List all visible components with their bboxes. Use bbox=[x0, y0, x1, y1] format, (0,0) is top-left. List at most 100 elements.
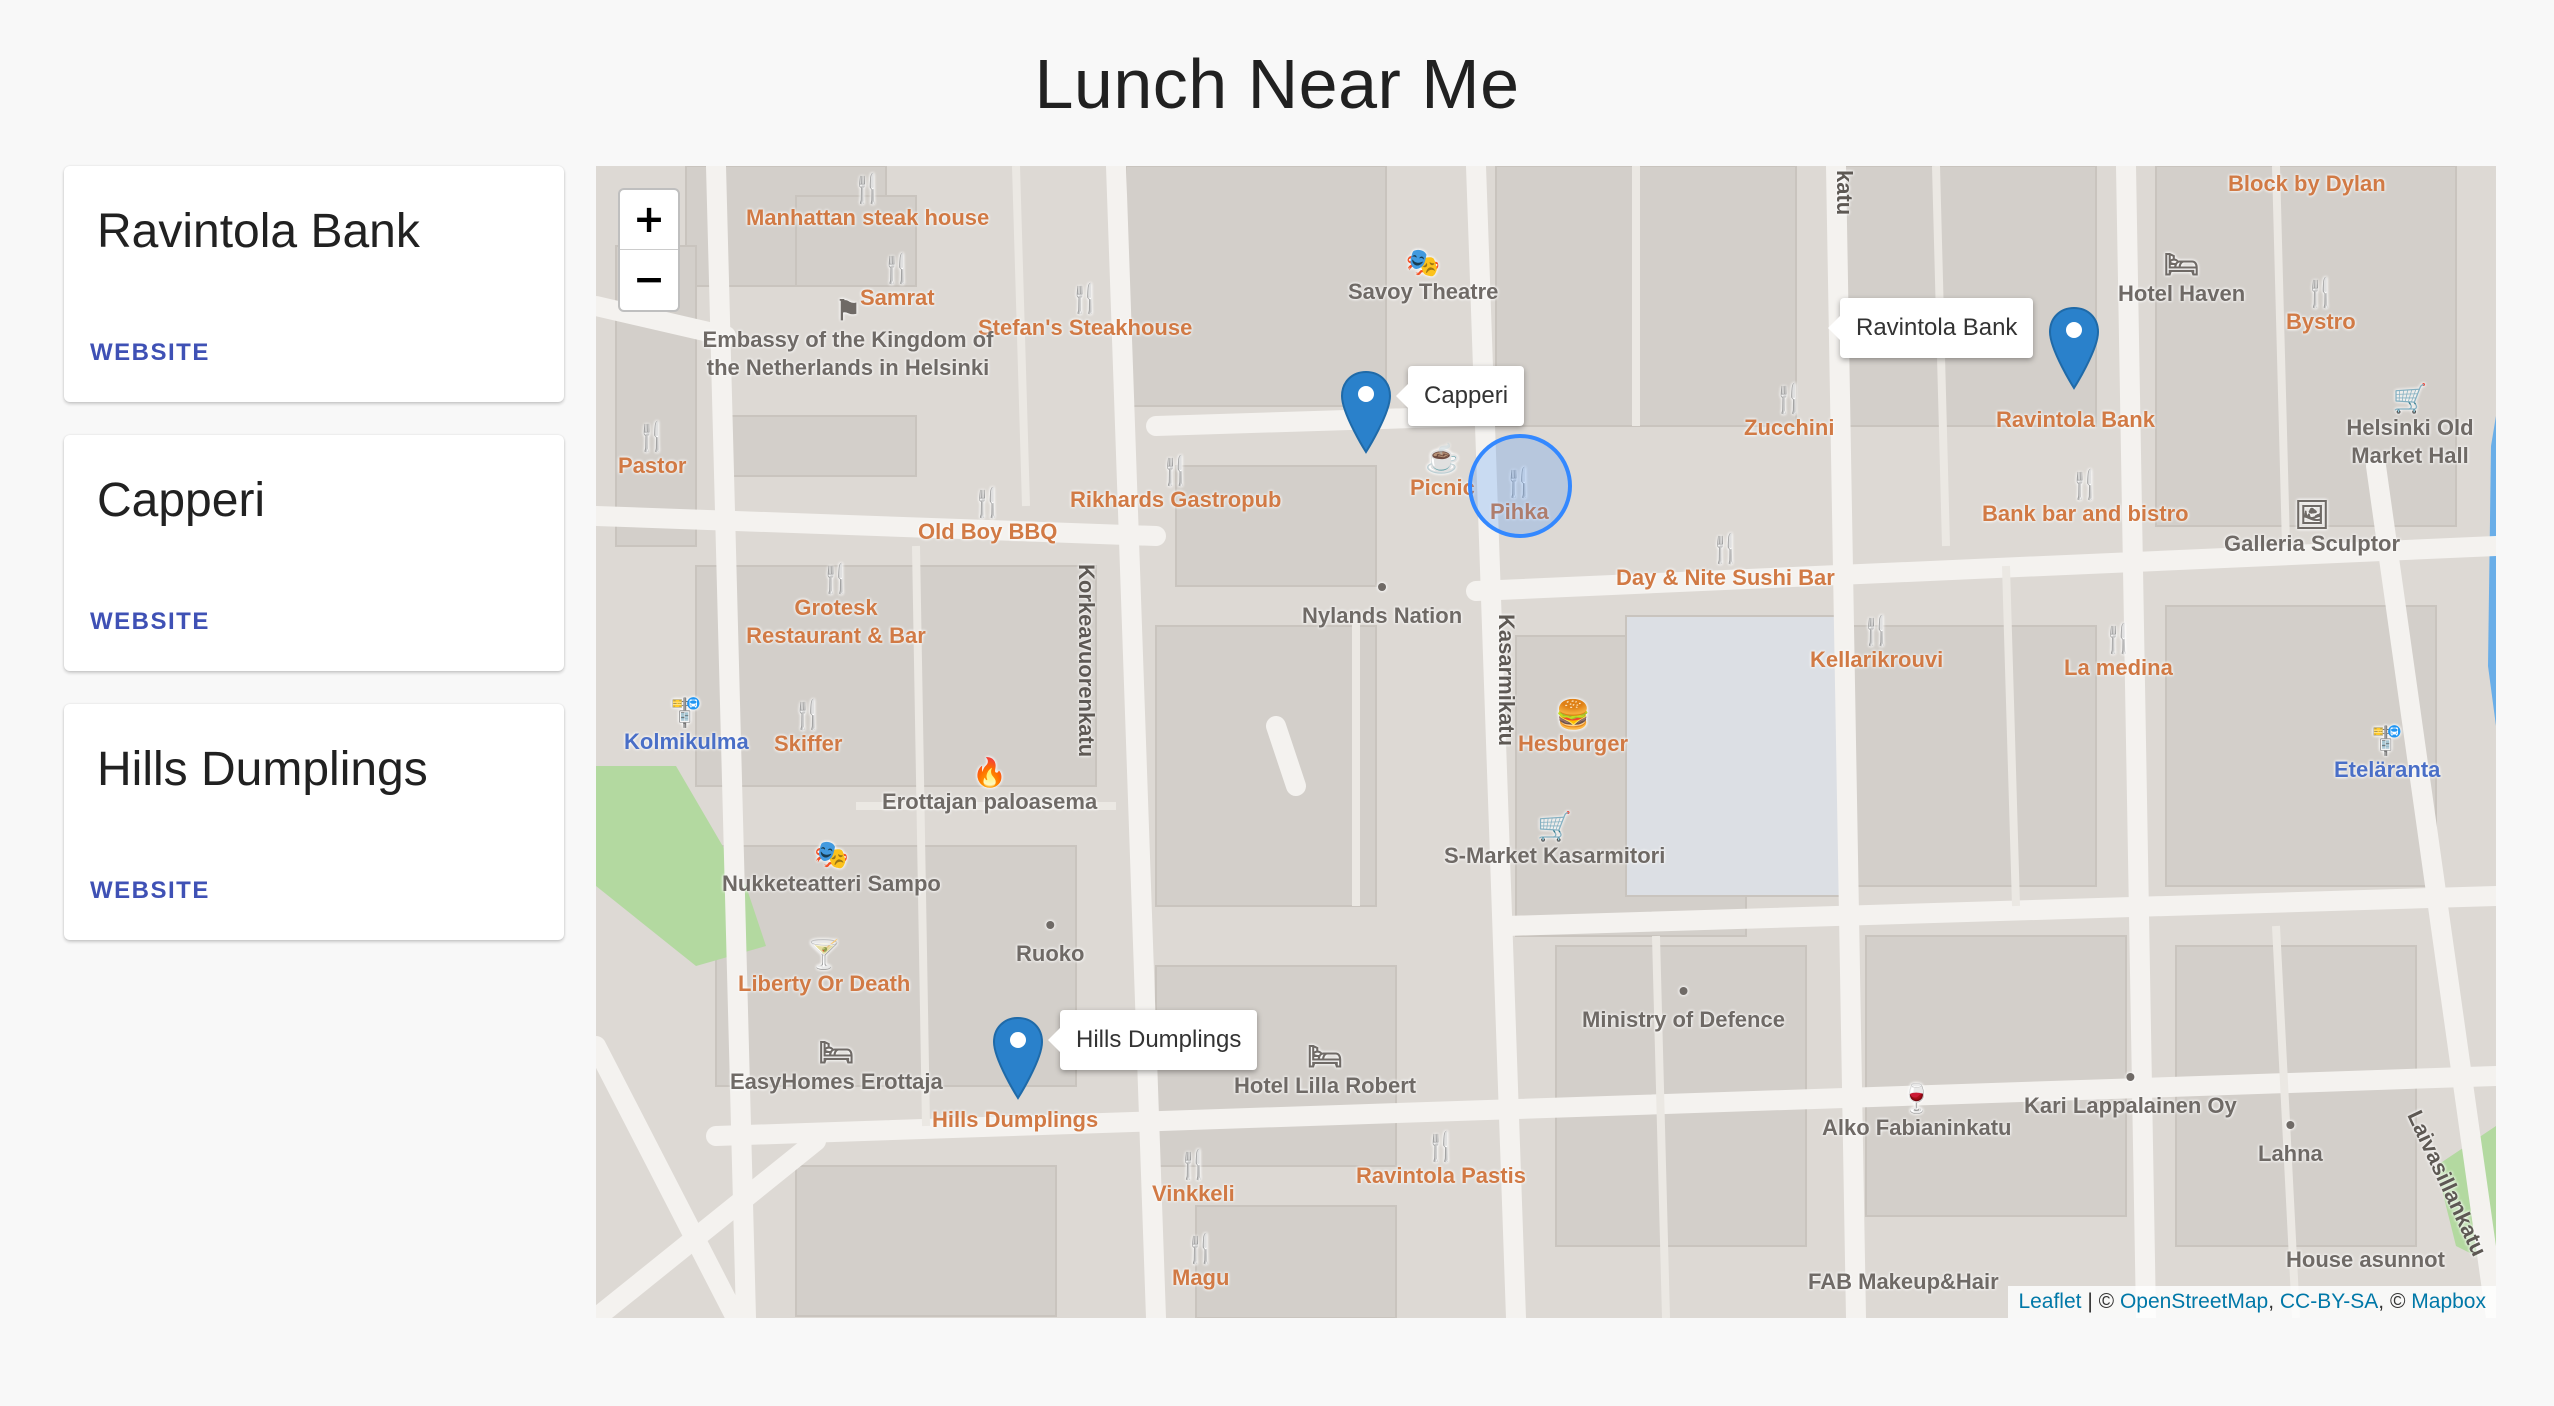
poi-bank-bar-and-bistro[interactable]: 🍴 Bank bar and bistro bbox=[1982, 470, 2189, 528]
poi-old-boy-bbq[interactable]: 🍴 Old Boy BBQ bbox=[918, 488, 1057, 546]
restaurant-card-hills-dumplings: Hills Dumplings WEBSITE bbox=[64, 704, 564, 940]
poi-house-asunnot[interactable]: House asunnot bbox=[2286, 1246, 2445, 1274]
poi-lahna[interactable]: • Lahna bbox=[2258, 1110, 2323, 1168]
openstreetmap-link[interactable]: OpenStreetMap bbox=[2120, 1290, 2268, 1313]
restaurant-name: Ravintola Bank bbox=[97, 205, 420, 258]
zoom-in-button[interactable]: + bbox=[620, 190, 678, 250]
restaurant-icon: 🍴 bbox=[1158, 455, 1194, 486]
poi-etelaranta[interactable]: 🚏 Eteläranta bbox=[2334, 726, 2440, 784]
zoom-control: + − bbox=[618, 188, 680, 312]
restaurant-icon: 🍴 bbox=[970, 487, 1006, 518]
bar-icon: 🍸 bbox=[806, 939, 842, 970]
poi-hills-dumplings-label[interactable]: Hills Dumplings bbox=[932, 1106, 1098, 1134]
restaurant-icon: 🍴 bbox=[634, 421, 670, 452]
poi-grotesk[interactable]: 🍴 Grotesk Restaurant & Bar bbox=[742, 564, 930, 650]
poi-fab-makeup-hair[interactable]: FAB Makeup&Hair bbox=[1808, 1268, 1999, 1296]
website-link[interactable]: WEBSITE bbox=[90, 608, 210, 636]
poi-block-by-dylan[interactable]: Block by Dylan bbox=[2228, 170, 2386, 198]
poi-easyhomes-erottaja[interactable]: 🛏 EasyHomes Erottaja bbox=[730, 1038, 943, 1096]
poi-s-market-kasarmitori[interactable]: 🛒 S-Market Kasarmitori bbox=[1444, 812, 1665, 870]
poi-vinkkeli[interactable]: 🍴 Vinkkeli bbox=[1152, 1150, 1235, 1208]
poi-nukketeatteri-sampo[interactable]: 🎭 Nukketeatteri Sampo bbox=[722, 840, 941, 898]
restaurant-icon: 🍴 bbox=[2067, 469, 2103, 500]
poi-magu[interactable]: 🍴 Magu bbox=[1172, 1234, 1229, 1292]
poi-hesburger[interactable]: 🍔 Hesburger bbox=[1518, 700, 1628, 758]
poi-ruoko[interactable]: • Ruoko bbox=[1016, 910, 1084, 968]
poi-hotel-haven[interactable]: 🛏 Hotel Haven bbox=[2118, 250, 2245, 308]
cafe-icon: ☕ bbox=[1424, 443, 1460, 474]
fast-food-icon: 🍔 bbox=[1555, 699, 1591, 730]
poi-zucchini[interactable]: 🍴 Zucchini bbox=[1744, 384, 1834, 442]
poi-skiffer[interactable]: 🍴 Skiffer bbox=[774, 700, 842, 758]
poi-manhattan-steak-house[interactable]: 🍴 Manhattan steak house bbox=[746, 174, 989, 232]
map[interactable]: + − katu Korkeavuorenkatu Kasarmikatu La… bbox=[596, 166, 2496, 1318]
restaurant-icon: 🍴 bbox=[2100, 623, 2136, 654]
theatre-icon: 🎭 bbox=[813, 839, 849, 870]
poi-embassy[interactable]: ⚑ Embassy of the Kingdom of the Netherlan… bbox=[700, 296, 996, 382]
dot-icon: • bbox=[2285, 1109, 2296, 1140]
restaurant-icon: 🍴 bbox=[1423, 1131, 1459, 1162]
map-attribution: Leaflet | © OpenStreetMap, CC-BY-SA, © M… bbox=[2008, 1286, 2496, 1318]
dot-icon: • bbox=[1377, 571, 1387, 602]
street-label-korkeavuorenkatu: Korkeavuorenkatu bbox=[1074, 564, 1099, 758]
restaurant-card-capperi: Capperi WEBSITE bbox=[64, 435, 564, 671]
poi-galleria-sculptor[interactable]: 🖼 Galleria Sculptor bbox=[2224, 500, 2400, 558]
poi-kellarikrouvi[interactable]: 🍴 Kellarikrouvi bbox=[1810, 616, 1943, 674]
location-accuracy-circle bbox=[1468, 434, 1572, 538]
map-marker-capperi-icon[interactable] bbox=[1340, 370, 1392, 454]
restaurant-card-ravintola-bank: Ravintola Bank WEBSITE bbox=[64, 166, 564, 402]
poi-pastor[interactable]: 🍴 Pastor bbox=[618, 422, 686, 480]
restaurant-name: Hills Dumplings bbox=[97, 743, 428, 796]
liquor-store-icon: 🍷 bbox=[1899, 1083, 1935, 1114]
hotel-icon: 🛏 bbox=[1307, 1041, 1343, 1072]
poi-ravintola-pastis[interactable]: 🍴 Ravintola Pastis bbox=[1356, 1132, 1526, 1190]
poi-kolmikulma[interactable]: 🚏 Kolmikulma bbox=[624, 698, 749, 756]
shopping-cart-icon: 🛒 bbox=[2392, 383, 2428, 414]
cc-by-sa-link[interactable]: CC-BY-SA bbox=[2280, 1290, 2378, 1313]
mapbox-link[interactable]: Mapbox bbox=[2411, 1290, 2486, 1313]
flag-icon: ⚑ bbox=[835, 295, 861, 326]
marker-tooltip: Hills Dumplings bbox=[1047, 1010, 1258, 1070]
poi-kari-lappalainen[interactable]: • Kari Lappalainen Oy bbox=[2024, 1062, 2237, 1120]
poi-picnic[interactable]: ☕ Picnic bbox=[1410, 444, 1475, 502]
poi-erottajan-paloasema[interactable]: 🔥 Erottajan paloasema bbox=[882, 758, 1097, 816]
leaflet-link[interactable]: Leaflet bbox=[2018, 1290, 2081, 1313]
dot-icon: • bbox=[2125, 1061, 2136, 1092]
poi-rikhards-gastropub[interactable]: 🍴 Rikhards Gastropub bbox=[1070, 456, 1281, 514]
website-link[interactable]: WEBSITE bbox=[90, 877, 210, 905]
poi-ministry-of-defence[interactable]: • Ministry of Defence bbox=[1582, 976, 1785, 1034]
poi-savoy-theatre[interactable]: 🎭 Savoy Theatre bbox=[1348, 248, 1498, 306]
restaurant-icon: 🍴 bbox=[1771, 383, 1807, 414]
restaurant-icon: 🍴 bbox=[879, 253, 915, 284]
poi-alko-fabianinkatu[interactable]: 🍷 Alko Fabianinkatu bbox=[1822, 1084, 2011, 1142]
bus-stop-icon: 🚏 bbox=[2369, 725, 2405, 756]
shopping-cart-icon: 🛒 bbox=[1537, 811, 1573, 842]
poi-nylands-nation[interactable]: • Nylands Nation bbox=[1302, 572, 1462, 630]
poi-la-medina[interactable]: 🍴 La medina bbox=[2064, 624, 2173, 682]
restaurant-icon: 🍴 bbox=[790, 699, 826, 730]
poi-day-nite-sushi-bar[interactable]: 🍴 Day & Nite Sushi Bar bbox=[1616, 534, 1835, 592]
poi-bystro[interactable]: 🍴 Bystro bbox=[2286, 278, 2356, 336]
restaurant-icon: 🍴 bbox=[2303, 277, 2339, 308]
map-marker-ravintola-bank-icon[interactable] bbox=[2048, 306, 2100, 390]
restaurant-icon: 🍴 bbox=[1859, 615, 1895, 646]
street-label: katu bbox=[1832, 170, 1857, 216]
poi-hotel-lilla-robert[interactable]: 🛏 Hotel Lilla Robert bbox=[1234, 1042, 1416, 1100]
theatre-icon: 🎭 bbox=[1405, 247, 1441, 278]
dot-icon: • bbox=[1678, 975, 1689, 1006]
poi-helsinki-old-market-hall[interactable]: 🛒 Helsinki Old Market Hall bbox=[2340, 384, 2480, 470]
poi-ravintola-bank-label[interactable]: Ravintola Bank bbox=[1996, 406, 2155, 434]
restaurant-icon: 🍴 bbox=[1175, 1149, 1211, 1180]
marker-tooltip: Capperi bbox=[1395, 366, 1525, 426]
map-marker-hills-dumplings-icon[interactable] bbox=[992, 1016, 1044, 1100]
poi-stefans-steakhouse[interactable]: 🍴 Stefan's Steakhouse bbox=[978, 284, 1192, 342]
bus-stop-icon: 🚏 bbox=[668, 697, 704, 728]
zoom-out-button[interactable]: − bbox=[620, 250, 678, 310]
restaurant-icon: 🍴 bbox=[1707, 533, 1743, 564]
restaurant-icon: 🍴 bbox=[1183, 1233, 1219, 1264]
hotel-icon: 🛏 bbox=[818, 1037, 855, 1068]
marker-tooltip: Ravintola Bank bbox=[1827, 298, 2034, 358]
poi-liberty-or-death[interactable]: 🍸 Liberty Or Death bbox=[738, 940, 910, 998]
website-link[interactable]: WEBSITE bbox=[90, 339, 210, 367]
restaurant-icon: 🍴 bbox=[1067, 283, 1103, 314]
